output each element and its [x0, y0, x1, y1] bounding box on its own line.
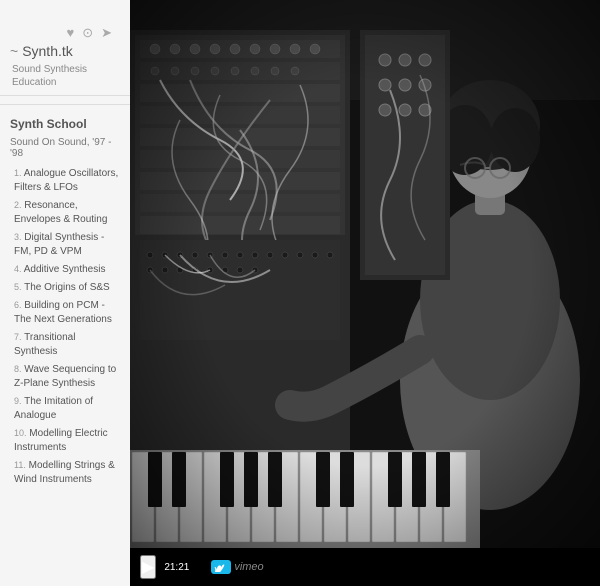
video-time: 21:21 [164, 562, 199, 573]
item-label: Digital Synthesis - FM, PD & VPM [14, 232, 104, 257]
subsection-title: Sound On Sound, '97 - '98 [0, 135, 130, 165]
play-button[interactable]: ▶ [140, 555, 156, 579]
item-label: Wave Sequencing to Z-Plane Synthesis [14, 364, 116, 389]
list-item[interactable]: 7. Transitional Synthesis [0, 329, 130, 361]
item-num: 8. [14, 364, 22, 374]
vimeo-logo: vimeo [211, 560, 263, 574]
list-item[interactable]: 6. Building on PCM - The Next Generation… [0, 297, 130, 329]
item-num: 7. [14, 332, 22, 342]
site-logo-area: ♥ ⊙ ➤ ~ Synth.tk Sound Synthesis Educati… [0, 10, 130, 96]
list-item[interactable]: 3. Digital Synthesis - FM, PD & VPM [0, 229, 130, 261]
item-label: Resonance, Envelopes & Routing [14, 200, 107, 225]
item-num: 4. [14, 264, 22, 274]
item-num: 10. [14, 428, 27, 438]
section-title: Synth School [0, 109, 130, 135]
share-icon[interactable]: ➤ [101, 26, 112, 39]
item-label: Analogue Oscillators, Filters & LFOs [14, 168, 118, 193]
list-item[interactable]: 9. The Imitation of Analogue [0, 393, 130, 425]
logo-subtitle: Sound Synthesis Education [10, 63, 120, 89]
article-list: 1. Analogue Oscillators, Filters & LFOs … [0, 165, 130, 489]
list-item[interactable]: 8. Wave Sequencing to Z-Plane Synthesis [0, 361, 130, 393]
vimeo-text: vimeo [234, 561, 263, 573]
item-label: The Origins of S&S [24, 282, 110, 293]
item-num: 2. [14, 200, 22, 210]
item-num: 6. [14, 300, 22, 310]
item-label: Modelling Strings & Wind Instruments [14, 460, 115, 485]
item-label: The Imitation of Analogue [14, 396, 93, 421]
item-label: Transitional Synthesis [14, 332, 75, 357]
logo-wave-char: ~ [10, 43, 18, 59]
video-container[interactable]: ▶ 21:21 vimeo [130, 0, 600, 586]
item-label: Building on PCM - The Next Generations [14, 300, 112, 325]
clock-icon[interactable]: ⊙ [82, 26, 93, 39]
list-item[interactable]: 11. Modelling Strings & Wind Instruments [0, 457, 130, 489]
list-item[interactable]: 4. Additive Synthesis [0, 261, 130, 279]
list-item[interactable]: 2. Resonance, Envelopes & Routing [0, 197, 130, 229]
video-controls: ▶ 21:21 vimeo [130, 548, 600, 586]
vimeo-icon [211, 560, 231, 574]
item-label: Additive Synthesis [24, 264, 106, 275]
item-num: 11. [14, 460, 26, 470]
list-item[interactable]: 1. Analogue Oscillators, Filters & LFOs [0, 165, 130, 197]
item-num: 1. [14, 168, 22, 178]
logo-name: Synth.tk [22, 43, 73, 59]
video-frame-svg [130, 0, 600, 586]
item-label: Modelling Electric Instruments [14, 428, 108, 453]
logo-title[interactable]: ~ Synth.tk [10, 43, 120, 59]
list-item[interactable]: 10. Modelling Electric Instruments [0, 425, 130, 457]
item-num: 5. [14, 282, 22, 292]
header-icons: ♥ ⊙ ➤ [10, 18, 120, 43]
item-num: 3. [14, 232, 22, 242]
app-wrapper: ♥ ⊙ ➤ ~ Synth.tk Sound Synthesis Educati… [0, 0, 600, 586]
heart-icon[interactable]: ♥ [66, 26, 74, 39]
item-num: 9. [14, 396, 22, 406]
main-content: ▶ 21:21 vimeo [130, 0, 600, 586]
sidebar: ♥ ⊙ ➤ ~ Synth.tk Sound Synthesis Educati… [0, 0, 130, 586]
sidebar-divider [0, 104, 130, 105]
list-item[interactable]: 5. The Origins of S&S [0, 279, 130, 297]
